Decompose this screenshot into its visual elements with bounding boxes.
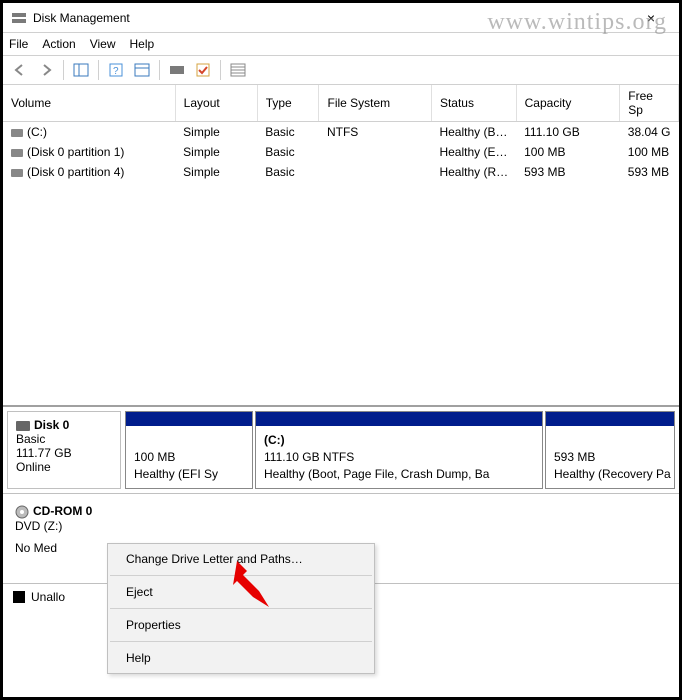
help-icon[interactable]: ? (105, 59, 127, 81)
disk-0-row: Disk 0 Basic 111.77 GB Online 100 MBHeal… (3, 407, 679, 494)
ctx-change-drive-letter[interactable]: Change Drive Letter and Paths… (108, 544, 374, 574)
table-row[interactable]: (Disk 0 partition 1)SimpleBasicHealthy (… (3, 142, 679, 162)
col-volume[interactable]: Volume (3, 85, 175, 122)
legend-unallocated-icon (13, 591, 25, 603)
context-menu: Change Drive Letter and Paths… Eject Pro… (107, 543, 375, 674)
partition-1[interactable]: 100 MBHealthy (EFI Sy (125, 411, 253, 489)
menubar: File Action View Help (3, 33, 679, 55)
disk-0-label[interactable]: Disk 0 Basic 111.77 GB Online (7, 411, 121, 489)
svg-text:?: ? (113, 66, 119, 77)
menu-view[interactable]: View (90, 37, 116, 51)
ctx-help[interactable]: Help (108, 643, 374, 673)
menu-action[interactable]: Action (42, 37, 75, 51)
partition-4[interactable]: 593 MBHealthy (Recovery Pa (545, 411, 675, 489)
disk-icon (16, 421, 30, 431)
col-capacity[interactable]: Capacity (516, 85, 620, 122)
menu-file[interactable]: File (9, 37, 28, 51)
refresh-icon[interactable] (166, 59, 188, 81)
show-hide-button[interactable] (70, 59, 92, 81)
col-status[interactable]: Status (431, 85, 516, 122)
view-icon[interactable] (131, 59, 153, 81)
ctx-properties[interactable]: Properties (108, 610, 374, 640)
menu-help[interactable]: Help (130, 37, 155, 51)
volume-list: Volume Layout Type File System Status Ca… (3, 85, 679, 405)
col-type[interactable]: Type (257, 85, 319, 122)
ctx-eject[interactable]: Eject (108, 577, 374, 607)
col-free[interactable]: Free Sp (620, 85, 679, 122)
window-title: Disk Management (33, 11, 631, 25)
app-icon (11, 10, 27, 26)
partition-c[interactable]: (C:)111.10 GB NTFSHealthy (Boot, Page Fi… (255, 411, 543, 489)
forward-button[interactable] (35, 59, 57, 81)
col-fs[interactable]: File System (319, 85, 431, 122)
cdrom-label[interactable]: CD-ROM 0 DVD (Z:) No Med (7, 498, 107, 579)
close-button[interactable]: × (631, 10, 671, 26)
table-row[interactable]: (C:)SimpleBasicNTFSHealthy (B…111.10 GB3… (3, 122, 679, 143)
toolbar: ? (3, 55, 679, 85)
legend-unallocated-label: Unallo (31, 590, 65, 604)
cdrom-icon (15, 504, 33, 518)
list-icon[interactable] (227, 59, 249, 81)
col-layout[interactable]: Layout (175, 85, 257, 122)
table-row[interactable]: (Disk 0 partition 4)SimpleBasicHealthy (… (3, 162, 679, 182)
check-icon[interactable] (192, 59, 214, 81)
back-button[interactable] (9, 59, 31, 81)
